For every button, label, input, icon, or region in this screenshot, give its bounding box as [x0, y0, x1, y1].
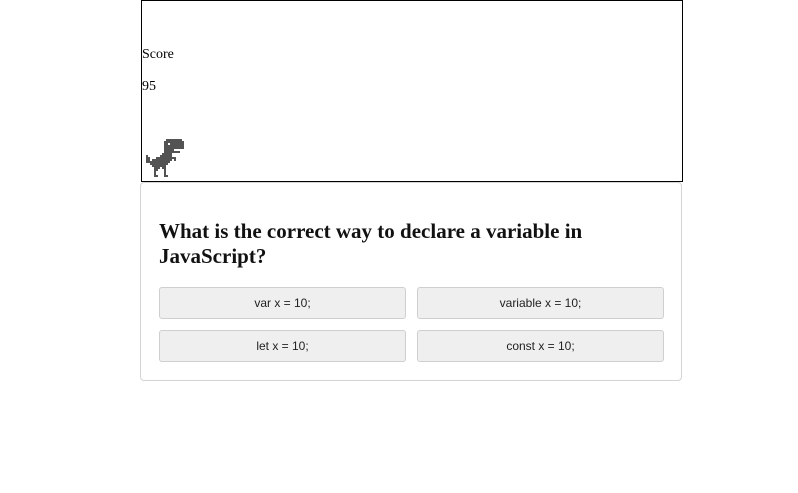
- game-canvas[interactable]: Score 95: [141, 0, 683, 182]
- dinosaur-icon: [146, 139, 184, 177]
- answer-button-let[interactable]: let x = 10;: [159, 330, 406, 362]
- answer-button-const[interactable]: const x = 10;: [417, 330, 664, 362]
- score-label: Score: [142, 47, 174, 62]
- quiz-panel: What is the correct way to declare a var…: [140, 182, 682, 381]
- question-text: What is the correct way to declare a var…: [159, 219, 583, 268]
- answer-button-variable[interactable]: variable x = 10;: [417, 287, 664, 319]
- score-value: 95: [142, 79, 156, 94]
- answer-button-var[interactable]: var x = 10;: [159, 287, 406, 319]
